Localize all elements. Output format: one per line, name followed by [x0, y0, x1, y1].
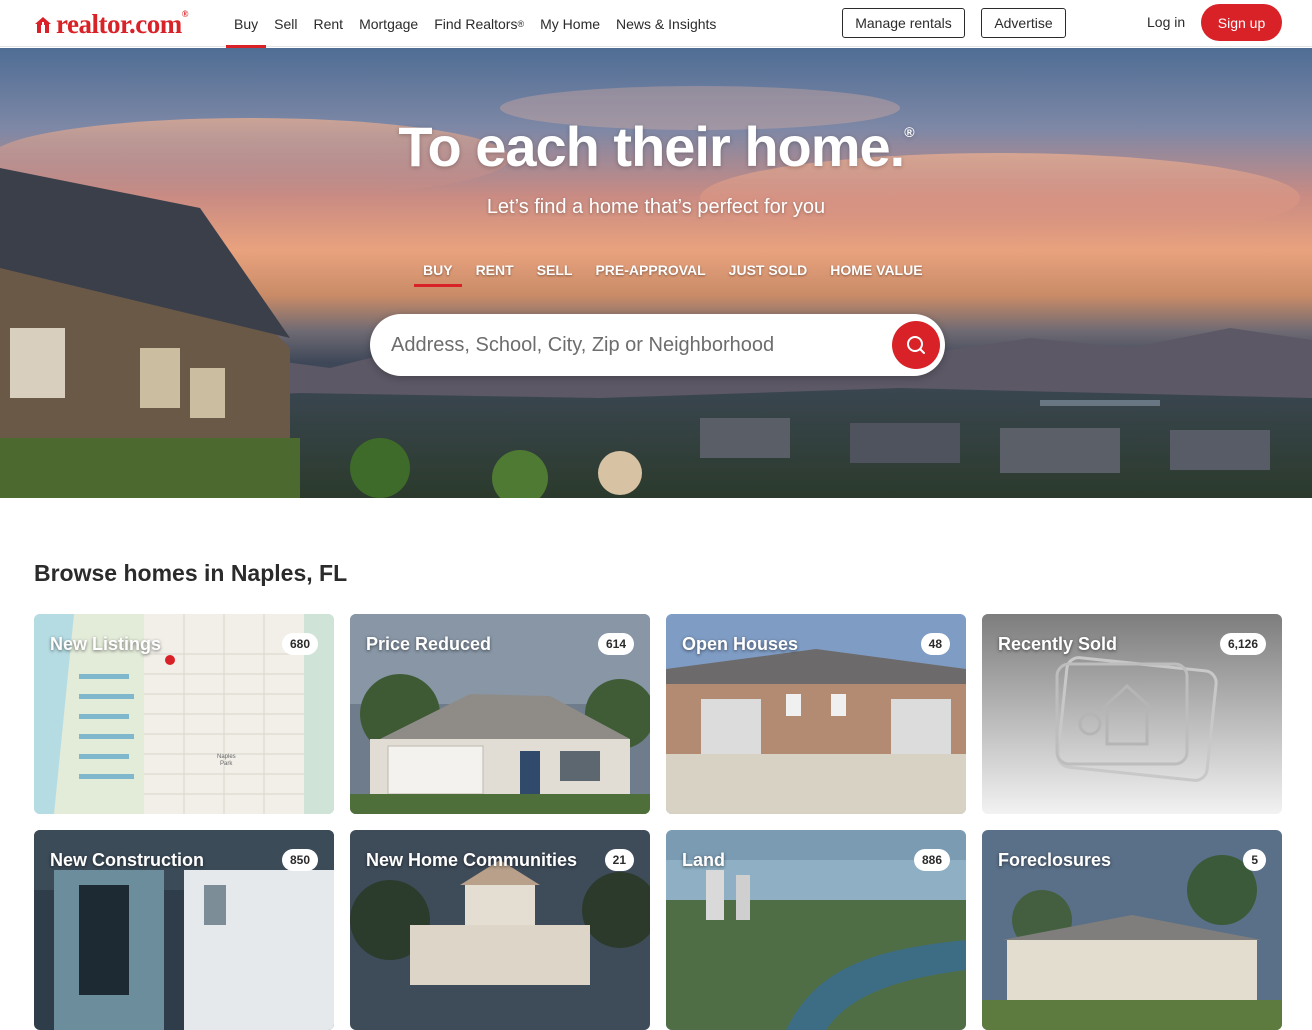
- card-new-home-communities[interactable]: New Home Communities 21: [350, 830, 650, 1030]
- tab-rent[interactable]: RENT: [467, 262, 523, 287]
- map-label-naples: Naples: [217, 754, 236, 760]
- site-header: realtor.com® Buy Sell Rent Mortgage Find…: [0, 0, 1312, 48]
- nav-buy[interactable]: Buy: [226, 0, 267, 48]
- card-recently-sold[interactable]: Recently Sold 6,126: [982, 614, 1282, 814]
- count-badge: 21: [604, 849, 634, 871]
- hero-banner: To each their home.® Let’s find a home t…: [0, 48, 1312, 498]
- hero-title: To each their home.: [398, 115, 905, 178]
- card-foreclosures[interactable]: Foreclosures 5: [982, 830, 1282, 1030]
- card-label: Recently Sold: [998, 634, 1118, 654]
- search-button[interactable]: [892, 321, 940, 369]
- logo-text: realtor.com: [56, 9, 182, 39]
- card-label: Price Reduced: [366, 634, 492, 654]
- tab-pre-approval[interactable]: PRE-APPROVAL: [586, 262, 714, 287]
- nav-my-home[interactable]: My Home: [532, 0, 608, 47]
- main-nav: Buy Sell Rent Mortgage Find Realtors ® My…: [226, 0, 724, 48]
- card-label: New Construction: [50, 850, 205, 870]
- logo-trademark: ®: [181, 9, 189, 19]
- nav-sell[interactable]: Sell: [266, 0, 305, 47]
- search-type-tabs: BUY RENT SELL PRE-APPROVAL JUST SOLD HOM…: [414, 262, 937, 287]
- nav-find-realtors-reg: ®: [517, 18, 525, 29]
- hero-subtitle: Let’s find a home that’s perfect for you: [486, 196, 826, 218]
- login-link[interactable]: Log in: [1147, 14, 1185, 30]
- nav-find-realtors[interactable]: Find Realtors ®: [426, 0, 532, 47]
- card-open-houses[interactable]: Open Houses 48: [666, 614, 966, 814]
- card-new-listings[interactable]: Naples Park New Listings 680: [34, 614, 334, 814]
- tab-sell[interactable]: SELL: [528, 262, 582, 287]
- search-icon: [892, 336, 940, 372]
- advertise-button[interactable]: Advertise: [981, 8, 1066, 38]
- tab-just-sold[interactable]: JUST SOLD: [720, 262, 817, 287]
- nav-mortgage[interactable]: Mortgage: [351, 0, 426, 47]
- count-badge: 886: [913, 849, 950, 871]
- card-label: Open Houses: [682, 634, 799, 654]
- card-label: New Home Communities: [366, 850, 578, 870]
- count-badge: 6,126: [1219, 633, 1266, 655]
- count-badge: 680: [281, 633, 318, 655]
- hero-title-reg: ®: [904, 124, 914, 140]
- manage-rentals-button[interactable]: Manage rentals: [842, 8, 965, 38]
- card-label: New Listings: [50, 634, 162, 654]
- nav-rent[interactable]: Rent: [305, 0, 351, 47]
- nav-find-realtors-label: Find Realtors: [434, 15, 518, 32]
- house-logo-icon: [34, 16, 52, 34]
- map-label-park: Park: [220, 761, 233, 767]
- search-bar: [370, 314, 945, 376]
- count-badge: 48: [920, 633, 950, 655]
- browse-section-title: Browse homes in Naples, FL: [34, 560, 348, 586]
- card-land[interactable]: Land 886: [666, 830, 966, 1030]
- nav-news-insights[interactable]: News & Insights: [608, 0, 724, 47]
- card-price-reduced[interactable]: Price Reduced 614: [350, 614, 650, 814]
- count-badge: 5: [1243, 849, 1266, 871]
- card-new-construction[interactable]: New Construction 850: [34, 830, 334, 1030]
- realtor-logo[interactable]: realtor.com®: [34, 9, 188, 40]
- count-badge: 614: [597, 633, 634, 655]
- signup-button[interactable]: Sign up: [1201, 4, 1282, 41]
- count-badge: 850: [281, 849, 318, 871]
- card-label: Land: [682, 850, 725, 870]
- card-label: Foreclosures: [998, 850, 1112, 870]
- search-input[interactable]: [391, 330, 881, 360]
- tab-home-value[interactable]: HOME VALUE: [821, 262, 931, 287]
- tab-buy[interactable]: BUY: [414, 262, 462, 287]
